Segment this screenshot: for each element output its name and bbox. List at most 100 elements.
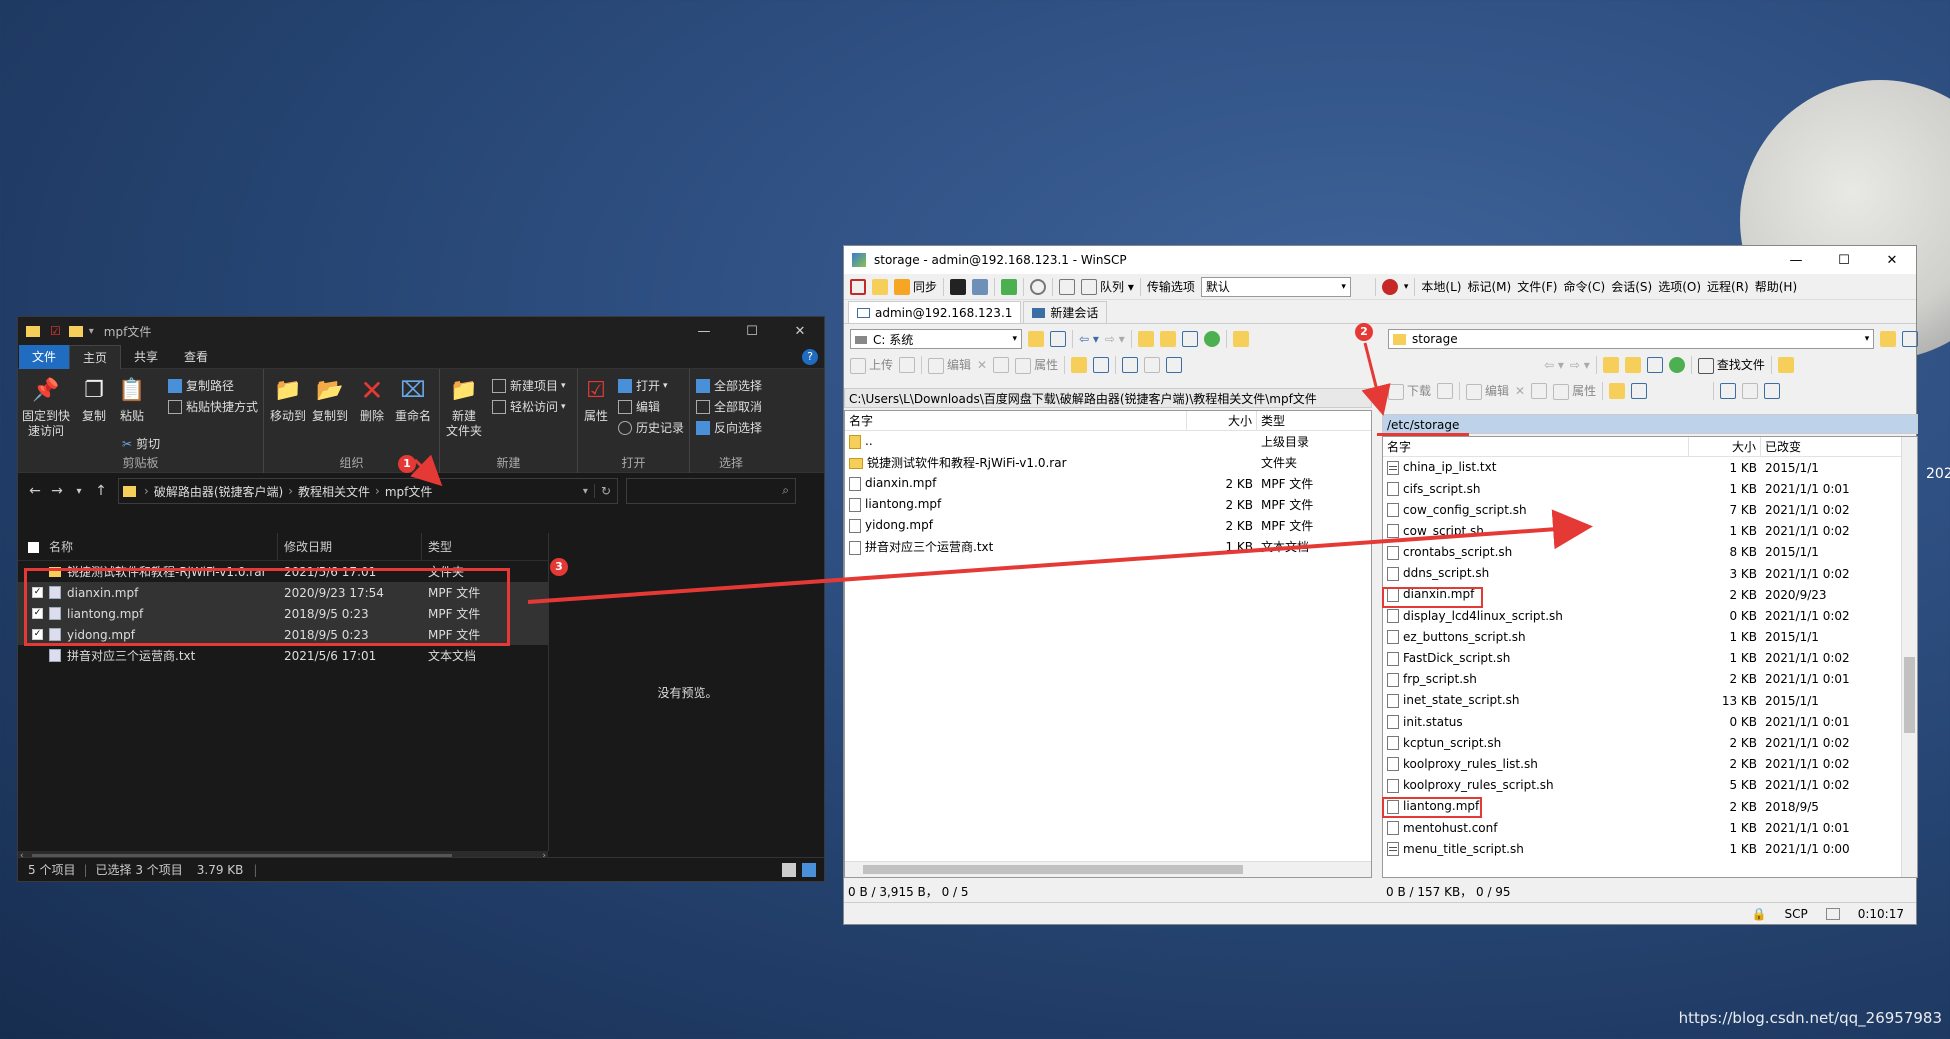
minimize-button[interactable]: — bbox=[680, 317, 728, 345]
large-icons-view-icon[interactable] bbox=[802, 862, 816, 877]
column-header-name[interactable]: 名字 bbox=[845, 410, 1187, 431]
remote-file-row[interactable]: mentohust.conf 1 KB 2021/1/1 0:01 bbox=[1383, 817, 1917, 838]
column-header-name[interactable]: 名称 bbox=[18, 532, 278, 561]
back-arrow-icon[interactable]: ⇦ ▾ bbox=[1544, 358, 1564, 372]
paste-shortcut-button[interactable]: 粘贴快捷方式 bbox=[168, 398, 258, 415]
properties-button[interactable]: ☑ 属性 bbox=[580, 375, 612, 424]
local-file-row[interactable]: 锐捷测试软件和教程-RjWiFi-v1.0.rar 文件夹 bbox=[845, 452, 1371, 473]
new-folder-icon[interactable] bbox=[1071, 357, 1088, 373]
help-icon[interactable]: ? bbox=[802, 348, 818, 365]
open-button[interactable]: 打开 ▾ bbox=[618, 377, 668, 394]
local-file-row[interactable]: yidong.mpf 2 KB MPF 文件 bbox=[845, 515, 1371, 536]
download-options-icon[interactable] bbox=[1437, 383, 1454, 399]
vertical-scrollbar[interactable] bbox=[1901, 437, 1917, 877]
filter-icon[interactable] bbox=[1764, 383, 1781, 399]
chevron-down-icon[interactable]: ▾ bbox=[89, 326, 94, 337]
properties-button[interactable]: 属性 bbox=[1553, 382, 1596, 400]
paste-button[interactable]: 📋 粘贴 bbox=[116, 375, 148, 424]
local-file-row[interactable]: liantong.mpf 2 KB MPF 文件 bbox=[845, 494, 1371, 515]
remote-path-bar[interactable]: /etc/storage bbox=[1382, 414, 1918, 434]
breadcrumb-item[interactable]: 教程相关文件 bbox=[298, 483, 370, 500]
tab-session[interactable]: admin@192.168.123.1 bbox=[848, 301, 1022, 323]
download-button[interactable]: 下载 bbox=[1388, 382, 1431, 400]
column-header-type[interactable]: 类型 bbox=[422, 533, 532, 561]
address-bar[interactable]: › 破解路由器(锐捷客户端) › 教程相关文件 › mpf文件 ▾ ↻ bbox=[118, 478, 618, 504]
filter-icon[interactable] bbox=[1050, 331, 1066, 347]
find-files-button[interactable]: 查找文件 bbox=[1697, 356, 1765, 374]
parent-directory-icon[interactable] bbox=[1137, 331, 1154, 347]
search-input[interactable]: ⌕ bbox=[626, 478, 796, 504]
new-item-button[interactable]: 新建项目 ▾ bbox=[492, 377, 566, 394]
root-directory-icon[interactable] bbox=[1624, 357, 1641, 373]
pin-quick-access-button[interactable]: 📌 固定到快 速访问 bbox=[20, 375, 72, 439]
find-files-icon[interactable] bbox=[1232, 331, 1249, 347]
breadcrumb-item[interactable]: 破解路由器(锐捷客户端) bbox=[154, 483, 283, 500]
back-arrow-icon[interactable]: ← bbox=[24, 483, 46, 499]
rename-button[interactable]: ⌧ 重命名 bbox=[392, 375, 434, 424]
plus-icon[interactable] bbox=[1122, 357, 1139, 373]
menu-session[interactable]: 会话(S) bbox=[1611, 278, 1652, 295]
tab-view[interactable]: 查看 bbox=[171, 345, 221, 369]
upload-button[interactable]: 上传 bbox=[850, 356, 893, 374]
new-session-icon[interactable] bbox=[850, 278, 866, 295]
folder-icon[interactable] bbox=[68, 325, 83, 337]
remote-file-row[interactable]: init.status 0 KB 2021/1/1 0:01 bbox=[1383, 711, 1917, 732]
flag-icon[interactable] bbox=[1381, 278, 1398, 295]
up-arrow-icon[interactable]: ↑ bbox=[90, 483, 112, 499]
tab-new-session[interactable]: 新建会话 bbox=[1023, 301, 1108, 323]
new-folder-icon[interactable] bbox=[1609, 383, 1626, 399]
remote-file-row[interactable]: menu_title_script.sh 1 KB 2021/1/1 0:00 bbox=[1383, 838, 1917, 859]
delete-x-icon[interactable]: ✕ bbox=[1515, 384, 1525, 398]
remote-file-row[interactable]: FastDick_script.sh 1 KB 2021/1/1 0:02 bbox=[1383, 648, 1917, 669]
home-icon[interactable] bbox=[1646, 357, 1663, 373]
copy-button[interactable]: ❐ 复制 bbox=[78, 375, 110, 424]
properties-button[interactable]: 属性 bbox=[1015, 356, 1058, 374]
tab-file[interactable]: 文件 bbox=[19, 344, 70, 369]
new-file-icon[interactable] bbox=[1093, 357, 1110, 373]
gear-icon[interactable] bbox=[1030, 278, 1047, 295]
move-to-button[interactable]: 📁 移动到 bbox=[268, 375, 308, 424]
remote-file-row[interactable]: cow_script.sh 1 KB 2021/1/1 0:02 bbox=[1383, 521, 1917, 542]
easy-access-button[interactable]: 轻松访问 ▾ bbox=[492, 398, 566, 415]
recent-locations-chevron-icon[interactable]: ▾ bbox=[68, 486, 90, 497]
remote-file-row[interactable]: display_lcd4linux_script.sh 0 KB 2021/1/1 … bbox=[1383, 605, 1917, 626]
select-all-checkbox[interactable] bbox=[28, 541, 39, 553]
column-header-changed[interactable]: 已改变 bbox=[1761, 437, 1899, 457]
remote-file-row[interactable]: ddns_script.sh 3 KB 2021/1/1 0:02 bbox=[1383, 563, 1917, 584]
remote-directory-select[interactable]: storage ▾ bbox=[1388, 329, 1875, 349]
chevron-down-icon[interactable]: ▾ bbox=[577, 486, 594, 497]
close-button[interactable]: ✕ bbox=[776, 317, 824, 345]
open-directory-icon[interactable] bbox=[1028, 331, 1044, 347]
edit-button[interactable]: 编辑 bbox=[928, 356, 971, 374]
column-header-date[interactable]: 修改日期 bbox=[278, 532, 422, 561]
back-arrow-icon[interactable]: ⇦ ▾ bbox=[1079, 332, 1099, 346]
delete-button[interactable]: ✕ 删除 bbox=[356, 375, 388, 424]
local-drive-select[interactable]: C: 系统 ▾ bbox=[850, 329, 1022, 349]
forward-arrow-icon[interactable]: ⇨ ▾ bbox=[1105, 332, 1125, 346]
column-header-name[interactable]: 名字 bbox=[1383, 436, 1689, 457]
minimize-button[interactable]: — bbox=[1772, 246, 1820, 274]
breadcrumb-item[interactable]: mpf文件 bbox=[385, 483, 433, 500]
copy-to-button[interactable]: 📂 复制到 bbox=[310, 375, 350, 424]
select-none-button[interactable]: 全部取消 bbox=[696, 398, 762, 415]
forward-arrow-icon[interactable]: ⇨ ▾ bbox=[1570, 358, 1590, 372]
compare-icon[interactable] bbox=[1001, 278, 1018, 295]
rename-icon[interactable] bbox=[1531, 383, 1548, 399]
minus-icon[interactable] bbox=[1144, 357, 1161, 373]
queue-button[interactable]: 队列 ▾ bbox=[1081, 278, 1134, 296]
forward-arrow-icon[interactable]: → bbox=[46, 483, 68, 499]
explorer-titlebar[interactable]: ☑ ▾ mpf文件 — ☐ ✕ bbox=[18, 317, 824, 345]
remote-file-row[interactable]: china_ip_list.txt 1 KB 2015/1/1 bbox=[1383, 457, 1917, 478]
column-header-size[interactable]: 大小 bbox=[1689, 436, 1761, 457]
new-file-icon[interactable] bbox=[1631, 383, 1648, 399]
remote-file-row[interactable]: kcptun_script.sh 2 KB 2021/1/1 0:02 bbox=[1383, 732, 1917, 753]
refresh-icon[interactable]: ↻ bbox=[593, 484, 617, 498]
transfer-settings-select[interactable]: 默认 ▾ bbox=[1200, 276, 1351, 297]
root-directory-icon[interactable] bbox=[1159, 331, 1176, 347]
invert-selection-button[interactable]: 反向选择 bbox=[696, 419, 762, 436]
cut-button[interactable]: ✂ 剪切 bbox=[122, 435, 160, 452]
filter-icon[interactable] bbox=[1902, 331, 1918, 347]
remote-file-row[interactable]: frp_script.sh 2 KB 2021/1/1 0:01 bbox=[1383, 669, 1917, 690]
delete-x-icon[interactable]: ✕ bbox=[977, 358, 987, 372]
details-view-icon[interactable] bbox=[782, 862, 796, 877]
